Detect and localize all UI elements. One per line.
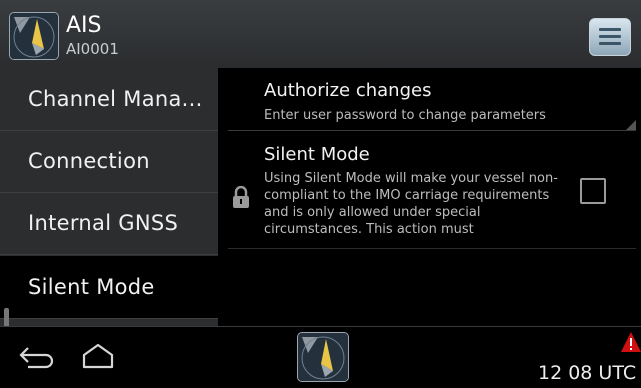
sidebar-item-channel-management[interactable]: Channel Mana... — [0, 68, 218, 131]
menu-line — [599, 28, 621, 31]
silent-mode-checkbox[interactable] — [580, 178, 606, 204]
dropdown-corner-indicator — [626, 120, 636, 130]
settings-sidebar: Channel Mana... Connection Internal GNSS… — [0, 68, 218, 388]
sidebar-item-label: Channel Mana... — [28, 87, 203, 111]
device-id: AI0001 — [66, 40, 119, 58]
app-title: AIS — [66, 13, 102, 38]
divider — [228, 248, 636, 249]
menu-line — [599, 42, 621, 45]
ais-compass-icon[interactable] — [9, 12, 59, 60]
sidebar-item-label: Silent Mode — [28, 275, 155, 299]
sidebar-item-internal-gnss[interactable]: Internal GNSS — [0, 192, 218, 255]
menu-list-icon[interactable] — [589, 18, 631, 56]
sidebar-item-label: Connection — [28, 149, 150, 173]
silent-mode-title: Silent Mode — [264, 144, 370, 165]
sidebar-item-label: Internal GNSS — [28, 211, 179, 235]
ais-compass-icon[interactable] — [297, 332, 349, 382]
authorize-changes-description: Enter user password to change parameters — [264, 108, 546, 123]
home-icon[interactable] — [78, 341, 118, 371]
settings-panel: Authorize changes Enter user password to… — [218, 68, 641, 326]
divider — [228, 130, 636, 131]
menu-line — [599, 35, 621, 38]
sidebar-item-silent-mode[interactable]: Silent Mode — [0, 256, 218, 319]
silent-mode-description: Using Silent Mode will make your vessel … — [264, 171, 558, 237]
sidebar-item-connection[interactable]: Connection — [0, 130, 218, 193]
lock-icon — [233, 186, 249, 208]
warning-icon[interactable] — [620, 331, 641, 353]
back-icon[interactable] — [18, 345, 56, 371]
top-bar: AIS AI0001 — [0, 0, 641, 69]
utc-clock: 12 08 UTC — [538, 362, 637, 384]
navigation-bar: 12 08 UTC — [0, 326, 641, 388]
authorize-changes-title[interactable]: Authorize changes — [264, 80, 431, 101]
